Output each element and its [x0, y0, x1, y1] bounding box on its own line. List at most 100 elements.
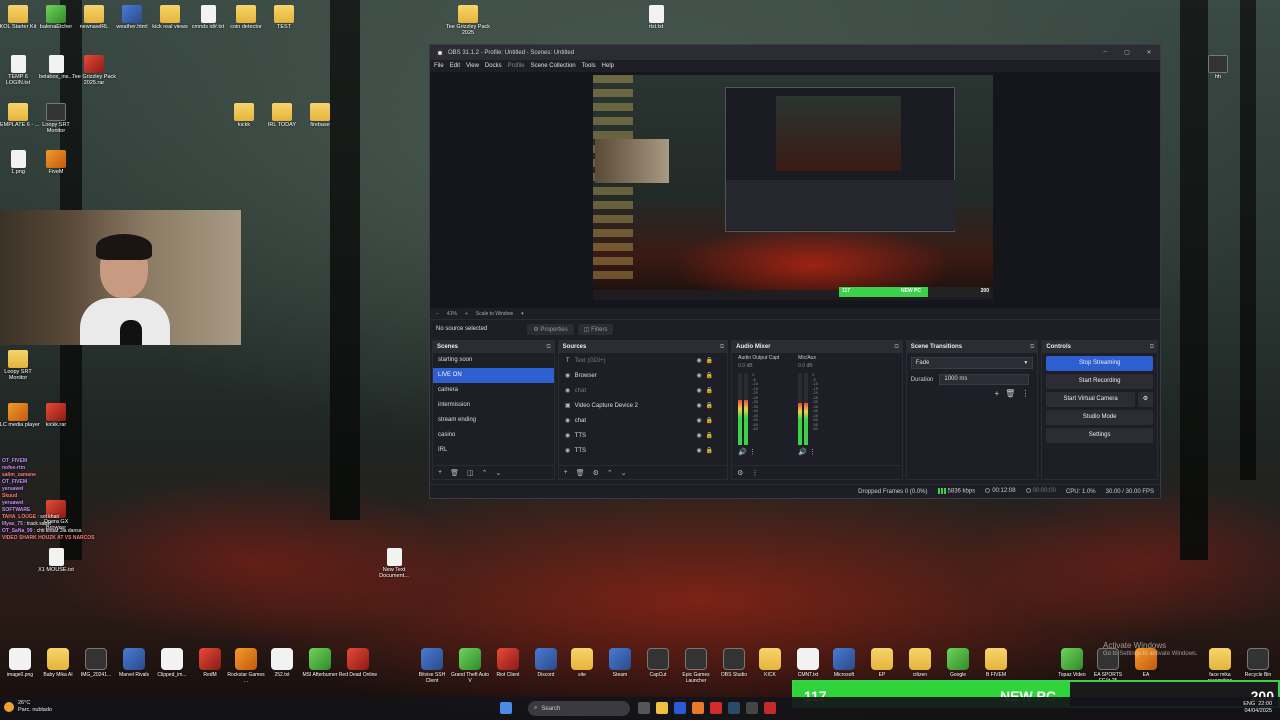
dock-options-icon[interactable]: ⧉ — [894, 344, 898, 351]
menu-file[interactable]: File — [434, 63, 444, 69]
desktop-shortcut[interactable]: IMG_20241... — [76, 648, 116, 678]
gear-icon[interactable]: ⚙ — [1137, 392, 1153, 407]
menu-edit[interactable]: Edit — [450, 63, 460, 69]
visibility-lock-icons[interactable]: ◉🔒 — [696, 372, 717, 379]
zoom-in-icon[interactable]: + — [465, 311, 468, 317]
visibility-lock-icons[interactable]: ◉🔒 — [696, 417, 717, 424]
obs-window[interactable]: OBS 31.1.2 - Profile: Untitled - Scenes:… — [429, 44, 1161, 499]
desktop-shortcut[interactable]: B FIVEM — [976, 648, 1016, 678]
app-icon[interactable] — [764, 702, 776, 714]
close-button[interactable]: ✕ — [1138, 49, 1160, 56]
desktop-shortcut[interactable]: CMNT.txt — [788, 648, 828, 678]
desktop-shortcut[interactable]: EP — [862, 648, 902, 678]
desktop-shortcut[interactable]: Microsoft — [824, 648, 864, 678]
source-item[interactable]: ◉ chat ◉🔒 — [559, 413, 728, 428]
desktop-shortcut[interactable]: site — [562, 648, 602, 678]
search-box[interactable]: ⌕ Search — [528, 701, 630, 716]
move-up-icon[interactable]: ⌃ — [607, 469, 613, 477]
source-settings-icon[interactable]: ⚙ — [593, 469, 599, 477]
preview-area[interactable]: 117 NEW PC 200 — [430, 72, 1160, 308]
desktop-shortcut[interactable]: RedM — [190, 648, 230, 678]
desktop-icon[interactable]: rtsl.txt — [634, 5, 678, 30]
scene-item[interactable]: stream ending — [433, 413, 554, 428]
file-explorer-icon[interactable] — [656, 702, 668, 714]
source-item[interactable]: ◉ TTS ◉🔒 — [559, 443, 728, 458]
desktop-icon[interactable]: firebase — [298, 103, 342, 128]
scene-item[interactable]: camera — [433, 383, 554, 398]
desktop-shortcut[interactable]: Clipped_im... — [152, 648, 192, 678]
desktop-icon[interactable]: Tee Grizzley Pack 2025.rar — [72, 55, 116, 86]
obs-icon[interactable] — [746, 702, 758, 714]
desktop-icon[interactable]: FiveM — [34, 150, 78, 175]
desktop-icon[interactable]: Loopy SRT Monitor — [0, 350, 40, 381]
desktop-icon[interactable]: kickk.rar — [34, 403, 78, 428]
dock-options-icon[interactable]: ⧉ — [1030, 344, 1034, 351]
program-preview[interactable]: 117 NEW PC 200 — [593, 75, 993, 300]
menu-tools[interactable]: Tools — [582, 63, 596, 69]
more-options-icon[interactable]: ⋮ — [809, 449, 816, 456]
clock[interactable]: ENG 22:00 04/04/2025 — [1243, 701, 1272, 715]
remove-scene-icon[interactable]: 🗑 — [450, 469, 459, 477]
scene-item[interactable]: LIVE ON — [433, 368, 554, 383]
filters-button[interactable]: ◫ Filters — [577, 323, 614, 335]
desktop-shortcut[interactable]: Bitvise SSH Client — [412, 648, 452, 684]
edge-icon[interactable] — [674, 702, 686, 714]
dock-options-icon[interactable]: ⧉ — [1150, 344, 1154, 351]
remove-transition-icon[interactable]: 🗑 — [1005, 389, 1015, 398]
menu-profile[interactable]: Profile — [508, 63, 525, 69]
visibility-lock-icons[interactable]: ◉🔒 — [696, 357, 717, 364]
desktop-icon[interactable]: New Text Document... — [372, 548, 416, 579]
desktop-shortcut[interactable]: Rockstar Games ... — [226, 648, 266, 684]
volume-meter[interactable]: 0 -5 -10 -15 -20 -25 -30 -35 -40 -45 -50 -55 -60 — [798, 372, 844, 445]
desktop-shortcut[interactable]: Baby Mika AI — [38, 648, 78, 678]
desktop-shortcut[interactable]: Marvel Rivals — [114, 648, 154, 678]
desktop-shortcut[interactable]: 252.txt — [262, 648, 302, 678]
more-options-icon[interactable]: ⋮ — [749, 449, 756, 456]
advanced-audio-icon[interactable]: ⚙ — [737, 469, 743, 477]
visibility-lock-icons[interactable]: ◉🔒 — [696, 432, 717, 439]
start-recording-button[interactable]: Start Recording — [1046, 374, 1153, 389]
zoom-out-icon[interactable]: − — [436, 311, 439, 317]
desktop-shortcut[interactable]: KICK — [750, 648, 790, 678]
desktop-shortcut[interactable]: citizen — [900, 648, 940, 678]
desktop-shortcut[interactable]: Steam — [600, 648, 640, 678]
desktop-icon[interactable]: TEST — [262, 5, 306, 30]
desktop-icon[interactable]: Tee Grizzley Pack 2025 — [446, 5, 490, 36]
desktop-shortcut[interactable]: Recycle Bin — [1238, 648, 1278, 678]
source-item[interactable]: ◉ TTS ◉🔒 — [559, 428, 728, 443]
scene-item[interactable]: starting soon — [433, 353, 554, 368]
scale-mode-select[interactable]: Scale to Window — [476, 311, 513, 317]
desktop-shortcut[interactable]: Riot Client — [488, 648, 528, 678]
desktop-icon[interactable]: Loopy SRT Monitor — [34, 103, 78, 134]
source-item[interactable]: ◉ chat ◉🔒 — [559, 383, 728, 398]
source-item[interactable]: ▣ Video Capture Device 2 ◉🔒 — [559, 398, 728, 413]
menu-view[interactable]: View — [466, 63, 479, 69]
add-source-icon[interactable]: + — [564, 469, 568, 476]
add-transition-icon[interactable]: + — [994, 389, 999, 398]
studio-mode-button[interactable]: Studio Mode — [1046, 410, 1153, 425]
desktop-shortcut[interactable]: image0.png — [0, 648, 40, 678]
desktop-shortcut[interactable]: Red Dead Online — [338, 648, 378, 678]
speaker-icon[interactable]: 🔊 — [738, 449, 749, 456]
filter-scene-icon[interactable]: ◫ — [467, 469, 474, 477]
desktop-shortcut[interactable]: face mika recognition — [1200, 648, 1240, 684]
desktop-shortcut[interactable]: Topaz Video — [1052, 648, 1092, 678]
desktop-shortcut[interactable]: MSI Afterburner — [300, 648, 340, 678]
volume-meter[interactable]: 0 -5 -10 -15 -20 -25 -30 -35 -40 -45 -50 -55 -60 — [738, 372, 784, 445]
minimize-button[interactable]: – — [1094, 49, 1116, 56]
desktop-shortcut[interactable]: Discord — [526, 648, 566, 678]
add-scene-icon[interactable]: + — [438, 469, 442, 476]
maximize-button[interactable]: ▢ — [1116, 49, 1138, 56]
windows-start-icon[interactable] — [500, 702, 512, 714]
properties-button[interactable]: ⚙ Properties — [527, 323, 574, 335]
move-up-icon[interactable]: ⌃ — [482, 469, 488, 477]
more-options-icon[interactable]: ⋮ — [751, 469, 758, 477]
transition-select[interactable]: Fade ▼ — [910, 357, 1034, 369]
visibility-lock-icons[interactable]: ◉🔒 — [696, 402, 717, 409]
obs-title-bar[interactable]: OBS 31.1.2 - Profile: Untitled - Scenes:… — [430, 45, 1160, 60]
scene-item[interactable]: casino — [433, 428, 554, 443]
stop-streaming-button[interactable]: Stop Streaming — [1046, 356, 1153, 371]
transition-menu-icon[interactable]: ⋮ — [1021, 389, 1029, 398]
menu-scene-collection[interactable]: Scene Collection — [531, 63, 576, 69]
remove-source-icon[interactable]: 🗑 — [576, 469, 585, 477]
